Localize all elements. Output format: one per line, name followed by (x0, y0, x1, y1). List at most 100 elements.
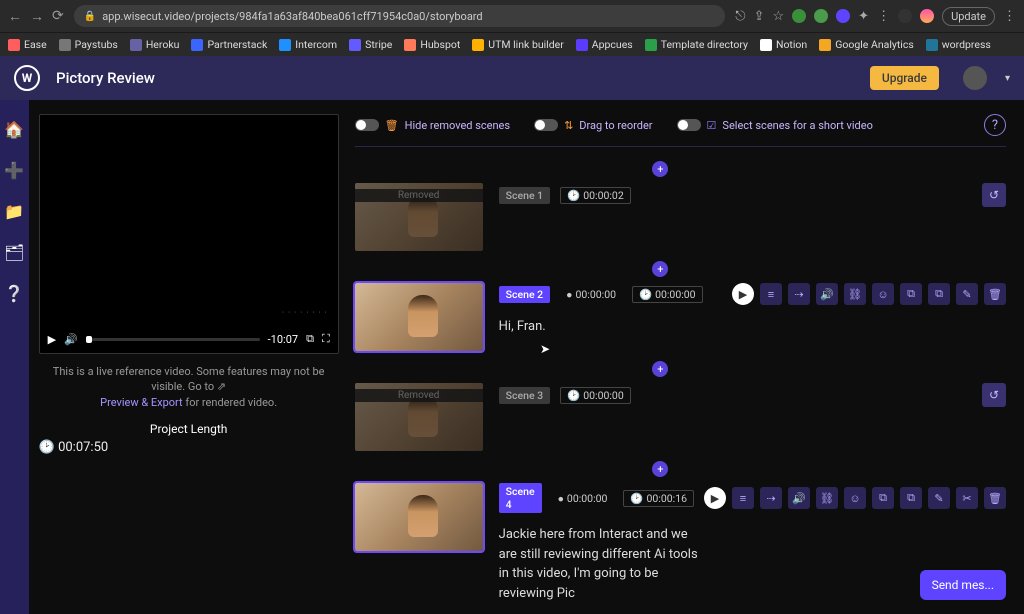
cut-icon[interactable]: ✂ (956, 487, 978, 509)
scene-transcript[interactable]: Hi, Fran. (499, 317, 699, 337)
fullscreen-icon[interactable]: ⛶ (322, 332, 330, 346)
switch-icon[interactable] (534, 119, 558, 131)
delete-icon[interactable]: 🗑 (984, 487, 1006, 509)
bookmarks-bar: Ease Paystubs Heroku Partnerstack Interc… (0, 32, 1024, 56)
add-icon[interactable]: ➕ (4, 161, 24, 180)
link-icon[interactable]: ⛓ (844, 283, 866, 305)
scene-thumbnail[interactable] (355, 483, 483, 551)
list-icon[interactable]: ≡ (760, 283, 782, 305)
kebab-icon[interactable]: ⋮ (1003, 9, 1016, 24)
bookmark-item[interactable]: UTM link builder (472, 38, 564, 51)
scene-thumbnail[interactable] (355, 283, 483, 351)
home-icon[interactable]: 🏠 (4, 120, 24, 139)
video-canvas[interactable]: · · · · · · · · (40, 115, 338, 325)
update-button[interactable]: Update (942, 7, 995, 26)
split-icon[interactable]: ⇢ (788, 283, 810, 305)
reload-icon[interactable]: ⟳ (52, 8, 64, 25)
scene-thumbnail[interactable] (355, 383, 483, 451)
volume-icon[interactable]: 🔊 (64, 333, 78, 346)
copy-icon[interactable]: ⧉ (928, 283, 950, 305)
cast-icon[interactable]: ⎋ (735, 9, 745, 24)
profile-avatar[interactable] (920, 9, 934, 23)
library-icon[interactable]: 🗂 (4, 243, 24, 262)
add-scene-button[interactable]: + (652, 361, 668, 377)
play-icon[interactable]: ▶ (48, 333, 56, 346)
bookmark-item[interactable]: Intercom (279, 38, 337, 51)
preview-note: This is a live reference video. Some fea… (39, 364, 339, 410)
bookmark-item[interactable]: Google Analytics (819, 38, 914, 51)
copy-icon[interactable]: ⧉ (900, 487, 922, 509)
help-icon[interactable]: ❔ (4, 284, 24, 303)
back-icon[interactable]: ← (8, 8, 22, 25)
trash-icon: 🗑 (385, 119, 399, 132)
bookmark-item[interactable]: wordpress (926, 38, 991, 51)
bookmark-item[interactable]: Heroku (130, 38, 180, 51)
switch-icon[interactable] (355, 119, 379, 131)
link-icon[interactable]: ⛓ (816, 487, 838, 509)
scene-thumbnail[interactable] (355, 183, 483, 251)
toggle-select-scenes[interactable]: ☑ Select scenes for a short video (677, 119, 873, 132)
switch-icon[interactable] (677, 119, 701, 131)
page-title: Pictory Review (56, 69, 155, 87)
user-avatar[interactable] (963, 66, 987, 90)
restore-button[interactable]: ↺ (982, 383, 1006, 407)
scene-time: 🕑 00:00:02 (560, 187, 631, 204)
add-scene-button[interactable]: + (652, 161, 668, 177)
chrome-actions: ⎋ ⇪ ☆ ✦ ⋮ Update ⋮ (735, 7, 1016, 26)
extensions-icon[interactable]: ✦ (858, 9, 869, 24)
chat-button[interactable]: Send mes... (920, 570, 1006, 600)
pip-icon[interactable]: ⧉ (306, 332, 314, 346)
bookmark-item[interactable]: Hubspot (404, 38, 460, 51)
emoji-icon[interactable]: ☺ (872, 283, 894, 305)
window-icon[interactable] (898, 9, 912, 23)
ext-icon-1[interactable] (792, 9, 806, 23)
scene-badge: Scene 2 (499, 286, 551, 303)
play-scene-button[interactable]: ▶ (704, 487, 726, 509)
chevron-down-icon[interactable]: ▾ (1005, 73, 1010, 84)
forward-icon[interactable]: → (30, 8, 44, 25)
restore-button[interactable]: ↺ (982, 183, 1006, 207)
caption-icon[interactable]: ⧉ (872, 487, 894, 509)
toggle-drag-reorder[interactable]: ⇅ Drag to reorder (534, 119, 652, 132)
url-bar[interactable]: 🔒 app.wisecut.video/projects/984fa1a63af… (74, 5, 726, 27)
bookmark-item[interactable]: Appcues (576, 38, 633, 51)
list-icon[interactable]: ≡ (732, 487, 754, 509)
split-icon[interactable]: ⇢ (760, 487, 782, 509)
edit-icon[interactable]: ✎ (928, 487, 950, 509)
bookmark-item[interactable]: Stripe (349, 38, 392, 51)
add-scene-button[interactable]: + (652, 261, 668, 277)
toggle-row: 🗑 Hide removed scenes ⇅ Drag to reorder … (355, 108, 1006, 147)
folder-icon[interactable]: 📁 (4, 202, 24, 221)
emoji-icon[interactable]: ☺ (844, 487, 866, 509)
audio-icon[interactable]: 🔊 (816, 283, 838, 305)
star-icon[interactable]: ☆ (773, 9, 785, 24)
storyboard-panel: 🗑 Hide removed scenes ⇅ Drag to reorder … (349, 100, 1024, 614)
ext-icon-2[interactable] (814, 9, 828, 23)
ext-icon-3[interactable] (836, 9, 850, 23)
scene-actions: ▶ ≡ ⇢ 🔊 ⛓ ☺ ⧉ ⧉ ✎ 🗑 (732, 283, 1006, 305)
bookmark-item[interactable]: Paystubs (59, 38, 118, 51)
scene-row: Scene 3 🕑 00:00:00 ↺ (355, 383, 1006, 451)
add-scene-button[interactable]: + (652, 461, 668, 477)
scene-transcript[interactable]: Jackie here from Interact and we are sti… (499, 525, 699, 603)
bookmark-item[interactable]: Ease (8, 38, 47, 51)
audio-icon[interactable]: 🔊 (788, 487, 810, 509)
play-scene-button[interactable]: ▶ (732, 283, 754, 305)
scene-duration: 🕑 00:00:16 (623, 490, 694, 507)
edit-icon[interactable]: ✎ (956, 283, 978, 305)
preview-export-link[interactable]: Preview & Export (100, 396, 182, 409)
progress-bar[interactable] (86, 338, 260, 341)
bookmark-item[interactable]: Notion (760, 38, 807, 51)
caption-icon[interactable]: ⧉ (900, 283, 922, 305)
share-icon[interactable]: ⇪ (754, 9, 765, 24)
bookmark-item[interactable]: Partnerstack (191, 38, 267, 51)
bookmark-item[interactable]: Template directory (645, 38, 748, 51)
toggle-hide-removed[interactable]: 🗑 Hide removed scenes (355, 119, 510, 132)
app-logo[interactable]: W (14, 65, 40, 91)
more-icon[interactable]: ⋮ (877, 9, 890, 24)
delete-icon[interactable]: 🗑 (984, 283, 1006, 305)
scene-start-time: ● 00:00:00 (552, 491, 614, 506)
upgrade-button[interactable]: Upgrade (870, 66, 939, 90)
scene-time: 🕑 00:00:00 (560, 387, 631, 404)
help-button[interactable]: ? (984, 114, 1006, 136)
